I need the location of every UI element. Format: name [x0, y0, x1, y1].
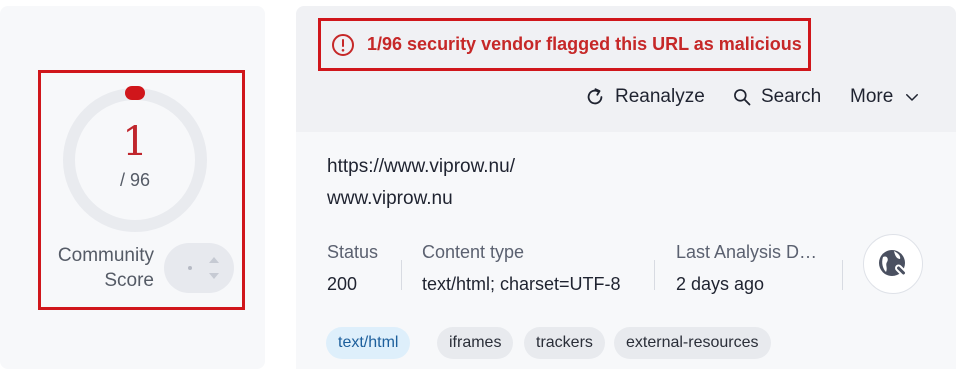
globe-link-button[interactable] [863, 234, 923, 294]
refresh-icon [587, 88, 603, 105]
vote-dot-icon [188, 266, 192, 270]
reanalyze-label: Reanalyze [615, 86, 705, 107]
search-label: Search [761, 86, 822, 107]
tag-trackers[interactable]: trackers [524, 327, 605, 359]
chevron-down-icon [906, 94, 919, 101]
more-label: More [850, 86, 894, 107]
reanalyze-button[interactable]: Reanalyze [584, 82, 705, 112]
community-vote-toggle[interactable] [164, 243, 234, 293]
more-dropdown-button[interactable]: More [850, 82, 921, 112]
tag-external-resources[interactable]: external-resources [614, 327, 771, 359]
community-label-line2: Score [104, 270, 154, 291]
last-analysis-value: 2 days ago [676, 274, 765, 294]
alert-text: 1/96 security vendor flagged this URL as… [367, 34, 802, 54]
meta-divider [842, 260, 843, 290]
vote-arrows-icon[interactable] [203, 247, 225, 289]
url-report-panel: 1/96 security vendor flagged this URL as… [296, 6, 956, 369]
tag-iframes[interactable]: iframes [437, 327, 514, 359]
content-type-value: text/html; charset=UTF-8 [422, 274, 621, 294]
community-label-line1: Community [57, 245, 154, 266]
detection-total: / 96 [119, 170, 151, 190]
analyzed-url[interactable]: https://www.viprow.nu/ [327, 156, 515, 178]
search-icon [734, 89, 751, 106]
status-value: 200 [327, 274, 358, 294]
content-type-label: Content type [422, 242, 525, 262]
tag-text-html[interactable]: text/html [326, 327, 411, 359]
malicious-alert-banner: 1/96 security vendor flagged this URL as… [318, 18, 811, 71]
search-button[interactable]: Search [732, 82, 821, 112]
status-label: Status [327, 242, 379, 262]
alert-circle-icon [332, 33, 354, 56]
globe-link-icon [879, 250, 907, 277]
analyzed-domain[interactable]: www.viprow.nu [327, 188, 453, 210]
community-score-label: Community Score [44, 243, 154, 293]
detection-count: 1 [122, 119, 148, 165]
last-analysis-label: Last Analysis D… [676, 242, 818, 262]
meta-divider [401, 260, 402, 290]
detection-ring-marker [125, 86, 145, 100]
meta-divider [654, 260, 655, 290]
